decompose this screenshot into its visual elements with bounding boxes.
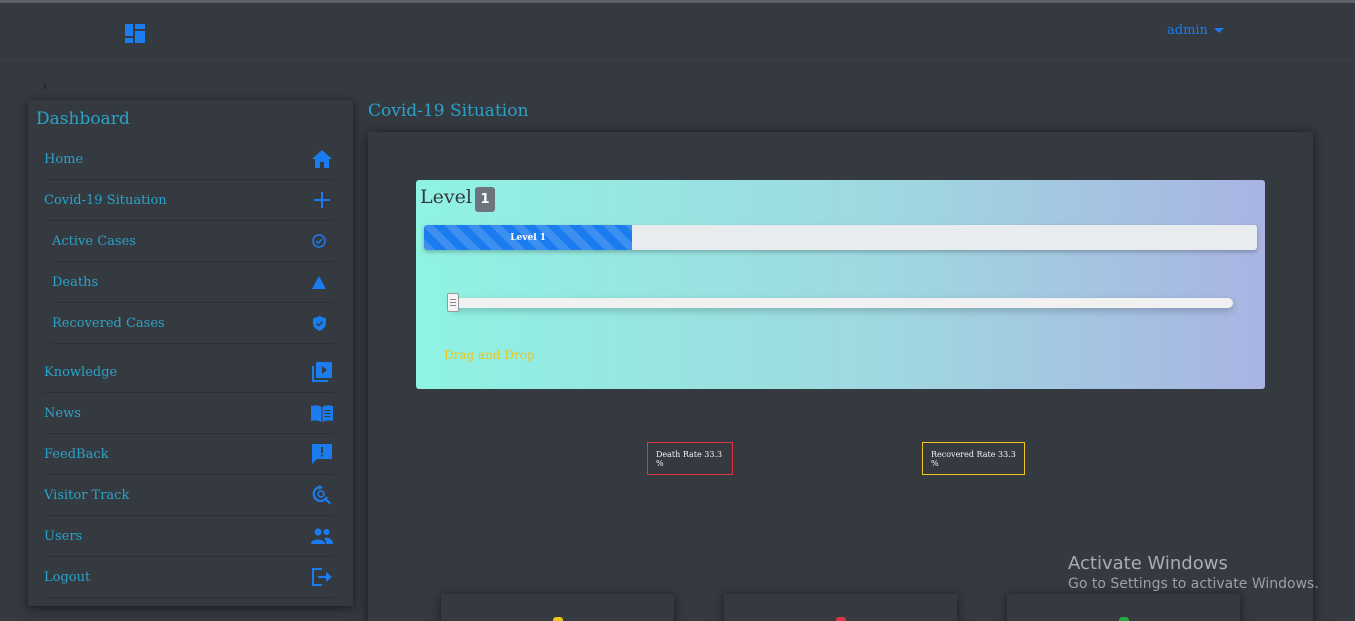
plus-icon (311, 189, 333, 211)
sidebar-item-label: Home (44, 151, 84, 167)
logout-icon (311, 566, 333, 588)
sidebar-item-label: Deaths (52, 274, 99, 290)
user-name: admin (1167, 23, 1208, 38)
warning-triangle-icon (311, 274, 327, 290)
sidebar-item-label: Recovered Cases (52, 315, 165, 331)
level-progress-fill: Level 1 (424, 225, 633, 250)
sidebar-item-label: Logout (44, 569, 91, 585)
level-label: Level (420, 186, 472, 208)
search-refresh-icon (311, 484, 333, 506)
shield-check-icon (311, 315, 327, 331)
sidebar-item-covid-situation[interactable]: Covid-19 Situation (44, 180, 335, 221)
users-icon (311, 525, 333, 547)
level-card (416, 180, 1265, 389)
sidebar-item-recovered-cases[interactable]: Recovered Cases (52, 303, 335, 344)
sidebar-item-label: Users (44, 528, 83, 544)
home-icon (311, 148, 333, 170)
video-library-icon (311, 361, 333, 383)
sidebar-item-label: News (44, 405, 81, 421)
sidebar-item-label: Covid-19 Situation (44, 192, 167, 208)
top-navbar: admin (0, 3, 1355, 61)
sidebar-item-label: Visitor Track (44, 487, 130, 503)
page-title: Covid-19 Situation (368, 101, 529, 121)
divider-mark (44, 83, 46, 89)
sidebar-item-label: Active Cases (52, 233, 136, 249)
watermark-subtitle: Go to Settings to activate Windows. (1068, 576, 1319, 592)
sidebar-item-knowledge[interactable]: Knowledge (44, 352, 335, 393)
open-book-icon (311, 402, 333, 424)
stat-card (441, 594, 674, 621)
watermark-title: Activate Windows (1068, 553, 1228, 574)
sidebar-item-label: FeedBack (44, 446, 109, 462)
sidebar: Dashboard Home Covid-19 Situation Active… (28, 100, 353, 606)
stat-icon (1119, 617, 1129, 621)
death-rate-text: Death Rate 33.3 % (656, 449, 723, 468)
caret-down-icon (1213, 28, 1224, 33)
sidebar-item-news[interactable]: News (44, 393, 335, 434)
check-circle-icon (311, 233, 327, 249)
sidebar-item-users[interactable]: Users (44, 516, 335, 557)
progress-label: Level 1 (510, 232, 547, 243)
death-rate-box: Death Rate 33.3 % (647, 442, 733, 475)
drag-and-drop-label: Drag and Drop (444, 348, 535, 362)
sidebar-item-visitor-track[interactable]: Visitor Track (44, 475, 335, 516)
level-slider-handle[interactable] (447, 293, 459, 312)
recovered-rate-text: Recovered Rate 33.3 % (931, 449, 1016, 468)
windows-activation-watermark: Activate Windows Go to Settings to activ… (1068, 553, 1319, 592)
level-progress-bar: Level 1 (424, 225, 1257, 250)
sidebar-item-feedback[interactable]: FeedBack (44, 434, 335, 475)
stat-card (1007, 594, 1240, 621)
sidebar-title: Dashboard (36, 109, 130, 129)
sidebar-item-label: Knowledge (44, 364, 118, 380)
recovered-rate-box: Recovered Rate 33.3 % (922, 442, 1025, 475)
sidebar-item-deaths[interactable]: Deaths (52, 262, 335, 303)
sidebar-item-home[interactable]: Home (44, 139, 335, 180)
level-badge: 1 (475, 187, 495, 212)
sidebar-item-logout[interactable]: Logout (44, 557, 335, 598)
feedback-icon (311, 443, 333, 465)
stat-icon (553, 617, 563, 621)
stat-icon (836, 617, 846, 621)
level-slider-track[interactable] (450, 298, 1233, 308)
dashboard-icon[interactable] (125, 24, 145, 43)
user-dropdown[interactable]: admin (1167, 23, 1224, 38)
sidebar-item-active-cases[interactable]: Active Cases (52, 221, 335, 262)
stat-card (724, 594, 957, 621)
